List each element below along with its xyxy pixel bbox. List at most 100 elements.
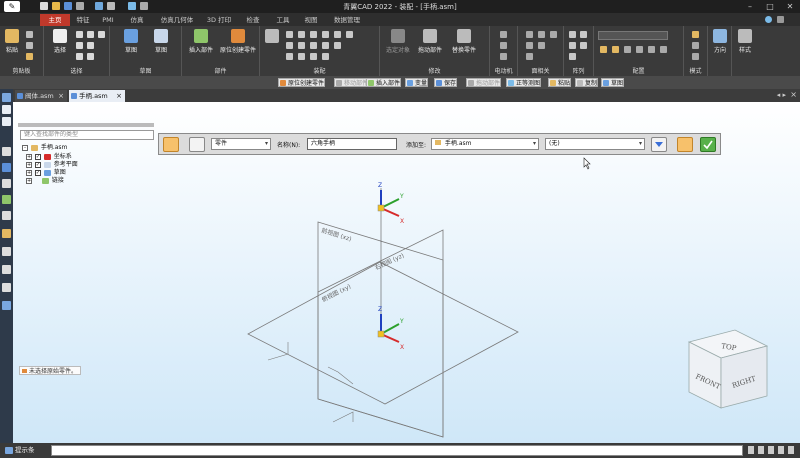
visibility-checkbox[interactable]: ✓ xyxy=(34,161,41,168)
constraint-4-icon[interactable] xyxy=(322,31,329,38)
tb2-drag-component[interactable]: 拖动部件 xyxy=(466,78,502,87)
select-tool-6-icon[interactable] xyxy=(76,53,83,60)
model-1-icon[interactable] xyxy=(692,31,699,38)
tab-data-management[interactable]: 数据管理 xyxy=(330,14,364,26)
sidebar-panel-3-icon[interactable] xyxy=(2,117,11,126)
format-painter-icon[interactable] xyxy=(26,53,33,60)
status-tool-4-icon[interactable] xyxy=(778,446,784,454)
constraint-5-icon[interactable] xyxy=(334,31,341,38)
tree-search-input[interactable]: 键入查找部件的类型 xyxy=(20,130,154,140)
select-object-button[interactable]: 选定对象 xyxy=(382,29,414,54)
constraint-15-icon[interactable] xyxy=(322,53,329,60)
tree-item-links[interactable]: + 链接 xyxy=(26,177,64,185)
maximize-icon[interactable]: □ xyxy=(760,0,780,13)
tb2-insert-component[interactable]: 插入部件 xyxy=(366,78,402,87)
replace-part-button[interactable]: 替换零件 xyxy=(448,29,480,54)
config-6-icon[interactable] xyxy=(660,46,667,53)
config-dropdown[interactable] xyxy=(598,31,668,40)
close-tab-icon[interactable]: × xyxy=(116,90,122,102)
tab-pmi[interactable]: PMI xyxy=(98,14,118,26)
tab-simulation[interactable]: 仿真 xyxy=(126,14,148,26)
constraint-3-icon[interactable] xyxy=(310,31,317,38)
pattern-1-icon[interactable] xyxy=(569,31,576,38)
face-relate-5-icon[interactable] xyxy=(538,42,545,49)
down-button[interactable] xyxy=(651,137,667,152)
ok-button[interactable] xyxy=(700,137,716,152)
style-button[interactable]: 样式 xyxy=(734,29,756,54)
constraint-9-icon[interactable] xyxy=(310,42,317,49)
scroll-tabs-icon[interactable]: ◂ ▸ xyxy=(777,91,786,99)
cut-icon[interactable] xyxy=(26,31,33,38)
sidebar-tool-6-icon[interactable] xyxy=(2,229,11,238)
motor-2-icon[interactable] xyxy=(500,42,507,49)
tab-inspect[interactable]: 检查 xyxy=(242,14,264,26)
sidebar-tool-8-icon[interactable] xyxy=(2,265,11,274)
tb2-variables[interactable]: 变量 xyxy=(405,78,429,87)
pattern-4-icon[interactable] xyxy=(580,42,587,49)
options-step-button[interactable] xyxy=(163,137,179,152)
sidebar-tool-5-icon[interactable] xyxy=(2,211,11,220)
3d-viewport[interactable]: 前视图 (xz) 右视图 (yz) 俯视图 (xy) Z Y X Z Y X T… xyxy=(13,102,800,443)
constraint-10-icon[interactable] xyxy=(322,42,329,49)
sketch-button[interactable]: 草图 xyxy=(118,29,144,54)
view-cube[interactable]: TOP FRONT RIGHT xyxy=(687,329,769,409)
type-dropdown[interactable]: 零件 ▾ xyxy=(211,138,271,150)
constraint-2-icon[interactable] xyxy=(298,31,305,38)
tree-root[interactable]: - 手柄.asm xyxy=(22,144,67,152)
tb2-copy[interactable]: 复制 xyxy=(575,78,599,87)
tab-home[interactable]: 主页 xyxy=(40,14,70,26)
close-tab-icon[interactable]: × xyxy=(58,90,64,102)
tb2-paste[interactable]: 粘贴 xyxy=(548,78,572,87)
tb2-sketch[interactable]: 草图 xyxy=(601,78,625,87)
select-tool-4-icon[interactable] xyxy=(76,42,83,49)
sidebar-tool-3-icon[interactable] xyxy=(2,179,11,188)
constraint-12-icon[interactable] xyxy=(286,53,293,60)
expand-icon[interactable]: + xyxy=(26,161,32,168)
prompt-input[interactable] xyxy=(51,445,743,456)
prompt-bar-label[interactable]: 提示条 xyxy=(4,446,35,455)
tab-features[interactable]: 特征 xyxy=(72,14,94,26)
sidebar-tool-7-icon[interactable] xyxy=(2,247,11,256)
assemble-button[interactable] xyxy=(264,29,280,45)
tab-3d-print[interactable]: 3D 打印 xyxy=(204,14,234,26)
config-5-icon[interactable] xyxy=(648,46,655,53)
tree-item-reference-planes[interactable]: + ✓ 参考平面 xyxy=(26,161,78,169)
sidebar-tool-10-icon[interactable] xyxy=(2,301,11,310)
tb2-save[interactable]: 保存 xyxy=(434,78,458,87)
pattern-3-icon[interactable] xyxy=(569,42,576,49)
face-relate-6-icon[interactable] xyxy=(526,53,533,60)
constraint-6-icon[interactable] xyxy=(346,31,353,38)
motor-3-icon[interactable] xyxy=(500,53,507,60)
status-tool-1-icon[interactable] xyxy=(748,446,754,454)
select-tool-5-icon[interactable] xyxy=(87,42,94,49)
expand-icon[interactable]: + xyxy=(26,169,32,176)
status-tool-5-icon[interactable] xyxy=(788,446,794,454)
select-tool-3-icon[interactable] xyxy=(98,31,105,38)
tab-sim-geometry[interactable]: 仿真几何体 xyxy=(156,14,198,26)
expand-icon[interactable]: + xyxy=(26,153,32,160)
sidebar-tool-4-icon[interactable] xyxy=(2,195,11,204)
constraint-11-icon[interactable] xyxy=(334,42,341,49)
tb2-create-in-place[interactable]: 原位创建零件 xyxy=(278,78,326,87)
motor-icon[interactable] xyxy=(500,31,507,38)
copy-icon[interactable] xyxy=(26,42,33,49)
constraint-14-icon[interactable] xyxy=(310,53,317,60)
config-4-icon[interactable] xyxy=(636,46,643,53)
constraint-7-icon[interactable] xyxy=(286,42,293,49)
status-tool-2-icon[interactable] xyxy=(758,446,764,454)
add-to-dropdown[interactable]: 手柄.asm ▾ xyxy=(431,138,539,150)
config-3-icon[interactable] xyxy=(624,46,631,53)
expand-icon[interactable]: - xyxy=(22,144,28,151)
select-tool-7-icon[interactable] xyxy=(87,53,94,60)
doc-tab-valve-body[interactable]: 阀体.asm × xyxy=(15,90,67,102)
close-icon[interactable]: ✕ xyxy=(780,0,800,13)
face-relate-3-icon[interactable] xyxy=(550,31,557,38)
pattern-2-icon[interactable] xyxy=(580,31,587,38)
expand-icon[interactable]: + xyxy=(26,177,32,184)
tree-header-bar[interactable] xyxy=(18,123,154,127)
drag-component-button[interactable]: 拖动部件 xyxy=(414,29,446,54)
sketch2-button[interactable]: 草图 xyxy=(148,29,174,54)
model-3-icon[interactable] xyxy=(692,53,699,60)
face-relate-4-icon[interactable] xyxy=(526,42,533,49)
insert-component-button[interactable]: 插入部件 xyxy=(186,29,216,54)
